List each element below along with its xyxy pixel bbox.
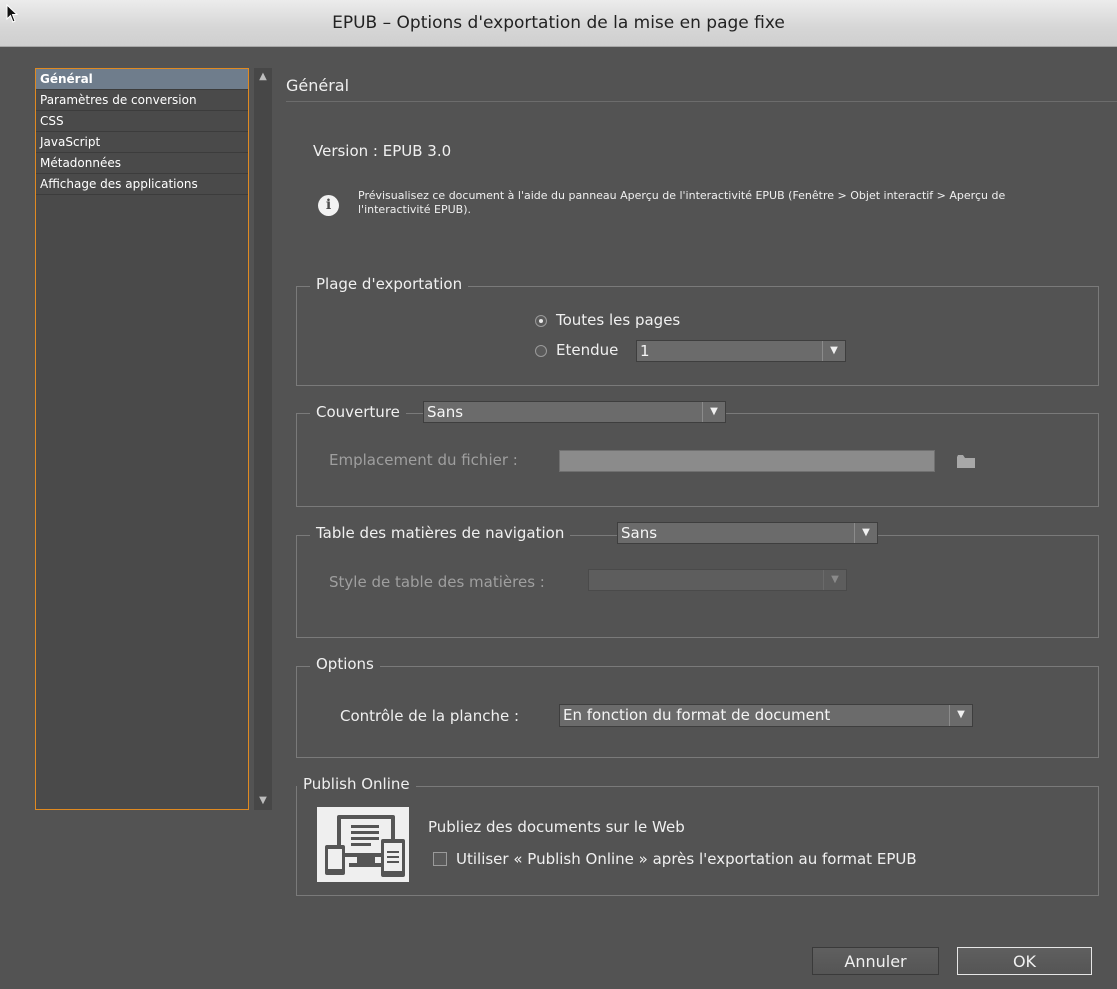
sidebar-item-app-display[interactable]: Affichage des applications (36, 174, 248, 195)
publish-online-image (317, 807, 409, 882)
options-legend: Options (310, 655, 380, 673)
all-pages-label: Toutes les pages (556, 311, 681, 329)
cover-value: Sans (427, 403, 464, 421)
spread-control-dropdown[interactable]: En fonction du format de document ▼ (559, 704, 973, 727)
chevron-down-icon[interactable]: ▼ (854, 523, 877, 543)
spread-control-value: En fonction du format de document (563, 706, 831, 724)
sidebar-item-general[interactable]: Général (36, 69, 248, 90)
cancel-button[interactable]: Annuler (812, 947, 939, 975)
sidebar: Général Paramètres de conversion CSS Jav… (35, 68, 249, 810)
spread-control-label: Contrôle de la planche : (340, 707, 520, 725)
range-input[interactable]: 1 ▼ (636, 340, 846, 362)
cover-legend: Couverture (310, 403, 406, 421)
ok-button[interactable]: OK (957, 947, 1092, 975)
range-value: 1 (640, 342, 650, 360)
radio-all-pages[interactable] (535, 315, 547, 327)
scroll-up-icon[interactable]: ▲ (257, 72, 269, 82)
toc-style-label: Style de table des matières : (329, 573, 545, 591)
chevron-down-icon[interactable]: ▼ (949, 705, 972, 726)
publish-online-group (296, 786, 1099, 896)
sidebar-item-metadata[interactable]: Métadonnées (36, 153, 248, 174)
chevron-down-icon[interactable]: ▼ (822, 341, 845, 361)
chevron-down-icon[interactable]: ▼ (823, 570, 846, 590)
devices-icon (325, 815, 405, 877)
cover-dropdown[interactable]: Sans ▼ (423, 401, 726, 423)
publish-heading: Publiez des documents sur le Web (428, 818, 685, 836)
window-title: EPUB – Options d'exportation de la mise … (332, 13, 785, 33)
version-label: Version : EPUB 3.0 (313, 142, 452, 160)
chevron-down-icon[interactable]: ▼ (702, 402, 725, 422)
publish-online-legend: Publish Online (297, 775, 416, 793)
sidebar-item-conversion-settings[interactable]: Paramètres de conversion (36, 90, 248, 111)
publish-online-checkbox[interactable] (433, 852, 447, 866)
export-range-legend: Plage d'exportation (310, 275, 469, 293)
export-range-group (296, 286, 1099, 386)
sidebar-scrollbar[interactable]: ▲ ▼ (254, 68, 272, 810)
toc-dropdown[interactable]: Sans ▼ (617, 522, 878, 544)
publish-checkbox-label: Utiliser « Publish Online » après l'expo… (456, 850, 917, 868)
radio-range[interactable] (535, 345, 547, 357)
toc-value: Sans (621, 524, 658, 542)
info-text: Prévisualisez ce document à l'aide du pa… (358, 189, 1006, 216)
info-icon: i (318, 195, 339, 216)
folder-icon (957, 455, 975, 468)
sidebar-item-javascript[interactable]: JavaScript (36, 132, 248, 153)
toc-style-dropdown[interactable]: ▼ (588, 569, 847, 591)
header-divider (286, 101, 1117, 102)
file-location-field (559, 450, 935, 472)
mouse-cursor-icon (6, 4, 19, 23)
scroll-down-icon[interactable]: ▼ (257, 796, 269, 806)
section-title: Général (286, 76, 350, 95)
toc-legend: Table des matières de navigation (310, 524, 571, 542)
range-label: Etendue (556, 341, 619, 359)
sidebar-item-css[interactable]: CSS (36, 111, 248, 132)
file-location-label: Emplacement du fichier : (329, 451, 518, 469)
